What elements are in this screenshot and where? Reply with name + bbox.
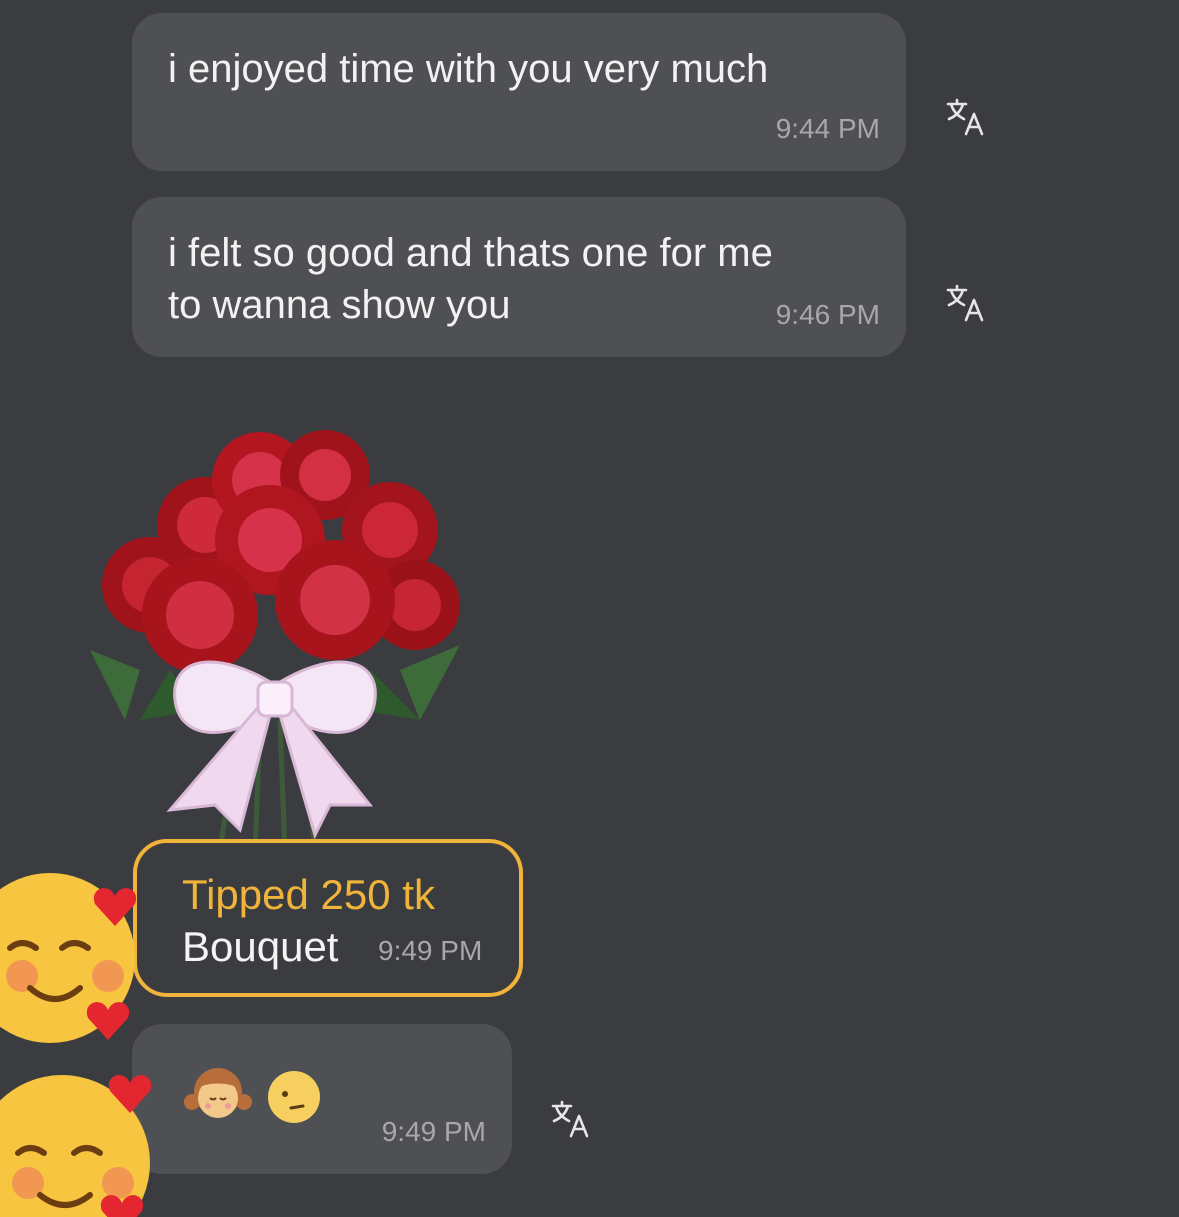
girl-emoji	[184, 1068, 252, 1118]
message-timestamp: 9:49 PM	[378, 935, 483, 966]
gift-tip-card[interactable]: Tipped 250 tk Bouquet 9:49 PM	[133, 839, 523, 997]
face-with-raised-eyebrow-emoji	[268, 1071, 320, 1123]
message-timestamp: 9:49 PM	[381, 1116, 486, 1147]
translate-icon[interactable]	[549, 1098, 593, 1142]
message-timestamp: 9:46 PM	[775, 299, 880, 330]
message-bubble[interactable]: i enjoyed time with you very much 9:44 P…	[132, 13, 906, 171]
rose-bouquet-image	[90, 430, 460, 856]
gift-name: Bouquet	[182, 923, 339, 970]
message-timestamp: 9:44 PM	[775, 113, 880, 144]
message-bubble[interactable]: 9:49 PM	[132, 1024, 512, 1174]
message-text: i enjoyed time with you very much	[168, 47, 769, 91]
smiling-face-with-hearts-avatar[interactable]	[0, 1065, 160, 1217]
message-bubble[interactable]: i felt so good and thats one for me to w…	[132, 197, 906, 357]
translate-icon[interactable]	[944, 282, 988, 326]
message-text: i felt so good and thats one for me to w…	[168, 231, 773, 327]
tip-amount: Tipped 250 tk	[182, 871, 435, 918]
translate-icon[interactable]	[944, 96, 988, 140]
smiling-face-with-hearts-avatar[interactable]	[0, 868, 145, 1048]
